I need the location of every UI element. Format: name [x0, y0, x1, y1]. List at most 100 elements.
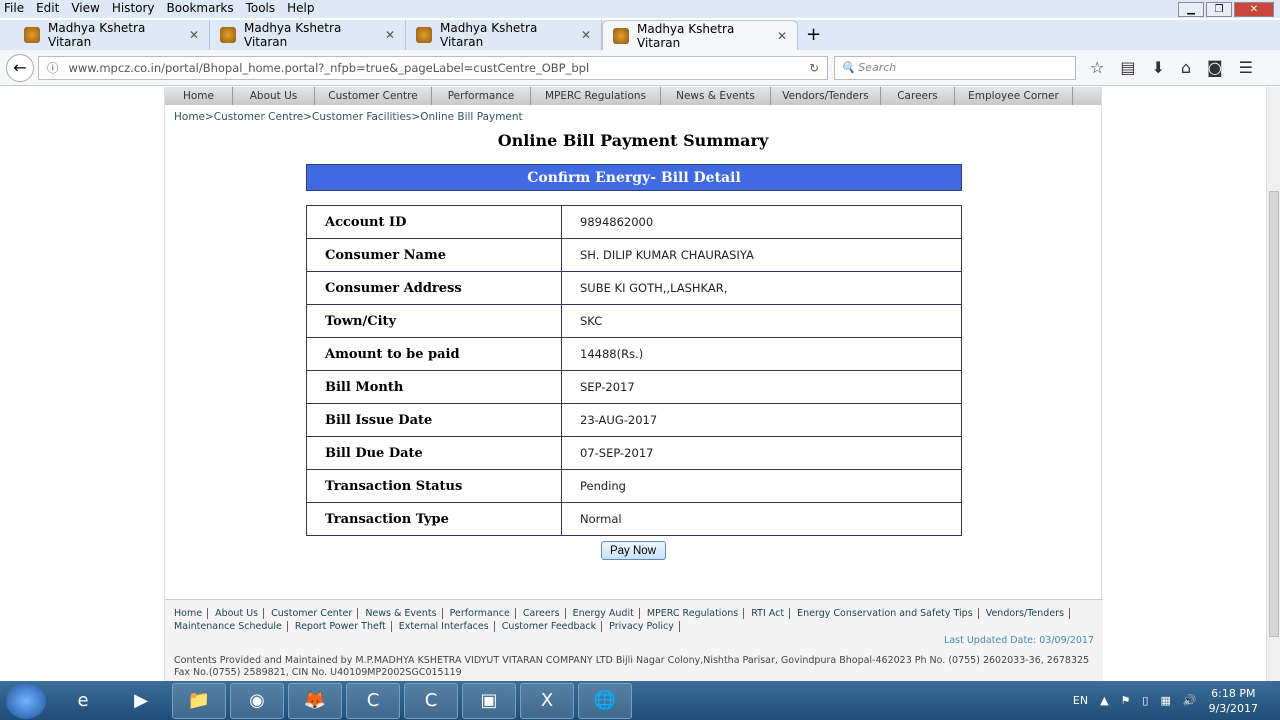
camtasia-recorder-icon[interactable]: C	[404, 682, 458, 719]
site-nav-item[interactable]: MPERC Regulations	[531, 87, 661, 105]
copyright-text: Contents Provided and Maintained by M.P.…	[174, 655, 1090, 678]
url-text[interactable]: www.mpcz.co.in/portal/Bhopal_home.portal…	[69, 61, 810, 75]
favicon-icon	[220, 27, 236, 43]
firefox-icon[interactable]: 🦊	[288, 682, 342, 719]
browser-tab[interactable]: Madhya Kshetra Vitaran ✕	[602, 20, 798, 50]
ie-icon[interactable]: e	[56, 683, 110, 719]
menu-edit[interactable]: Edit	[36, 0, 59, 18]
info-icon[interactable]: ⓘ	[47, 60, 59, 76]
site-nav-item[interactable]: News & Events	[661, 87, 771, 105]
time: 6:18 PM	[1211, 686, 1256, 700]
footer-link[interactable]: MPERC Regulations	[646, 608, 745, 619]
back-button[interactable]: ←	[6, 53, 34, 82]
close-button[interactable]: ✕	[1234, 2, 1274, 17]
row-value: 9894862000	[561, 205, 962, 239]
media-player-icon[interactable]: ▶	[114, 683, 168, 719]
footer-link[interactable]: Performance	[449, 608, 516, 619]
row-value: 07-SEP-2017	[561, 436, 962, 470]
row-label: Consumer Name	[306, 238, 562, 272]
site-nav: Home About Us Customer Centre Performance MP…	[165, 87, 1101, 105]
picture-viewer-icon[interactable]: ▣	[462, 682, 516, 719]
row-value: 14488(Rs.)	[561, 337, 962, 371]
search-placeholder: Search	[858, 61, 897, 74]
vertical-scrollbar[interactable]	[1266, 87, 1280, 681]
table-row: Transaction Type Normal	[306, 502, 962, 536]
search-input[interactable]: 🔍 Search	[834, 55, 1076, 80]
minimize-button[interactable]: ▁	[1178, 2, 1204, 17]
row-value: SKC	[561, 304, 962, 338]
clock[interactable]: 6:18 PM 9/3/2017	[1209, 686, 1258, 716]
footer-link[interactable]: Customer Center	[271, 608, 359, 619]
reading-list-icon[interactable]: ▤	[1120, 58, 1135, 77]
chrome-icon[interactable]: ◉	[230, 682, 284, 719]
bookmark-star-icon[interactable]: ☆	[1090, 58, 1104, 77]
taskbar: e ▶ 📁 ◉ 🦊 C C ▣ X 🌐 EN ▲ ⚑ ▯ ▦ 🔊 6:18 PM…	[0, 681, 1280, 720]
breadcrumb: Home>Customer Centre>Customer Facilities…	[174, 111, 523, 123]
site-nav-item[interactable]: Home	[165, 87, 233, 105]
browser-tab[interactable]: Madhya Kshetra Vitaran ✕	[406, 20, 602, 50]
search-icon: 🔍	[841, 61, 859, 74]
network-icon[interactable]: ▦	[1160, 694, 1170, 707]
table-row: Consumer Address SUBE KI GOTH,,LASHKAR,	[306, 271, 962, 305]
site-nav-item[interactable]: About Us	[233, 87, 315, 105]
site-nav-item[interactable]: Customer Centre	[315, 87, 432, 105]
footer-link[interactable]: Maintenance Schedule	[174, 621, 288, 632]
scrollbar-thumb[interactable]	[1269, 191, 1279, 637]
close-tab-icon[interactable]: ✕	[777, 29, 787, 43]
excel-icon[interactable]: X	[520, 682, 574, 719]
menu-tools[interactable]: Tools	[246, 0, 276, 18]
download-icon[interactable]: ⬇	[1151, 58, 1164, 77]
show-hidden-icons-icon[interactable]: ▲	[1100, 694, 1108, 707]
volume-icon[interactable]: 🔊	[1183, 694, 1197, 707]
footer-link[interactable]: News & Events	[365, 608, 443, 619]
home-icon[interactable]: ⌂	[1181, 58, 1191, 77]
tab-strip: Madhya Kshetra Vitaran ✕ Madhya Kshetra Vi…	[0, 20, 1280, 50]
address-bar[interactable]: ⓘ www.mpcz.co.in/portal/Bhopal_home.port…	[38, 55, 828, 80]
battery-icon[interactable]: ▯	[1142, 694, 1148, 707]
footer-link[interactable]: Home	[174, 608, 209, 619]
browser-tab[interactable]: Madhya Kshetra Vitaran ✕	[210, 20, 406, 50]
footer-link[interactable]: Vendors/Tenders	[985, 608, 1071, 619]
table-row: Bill Due Date 07-SEP-2017	[306, 436, 962, 470]
footer-link[interactable]: External Interfaces	[398, 621, 495, 632]
footer-link[interactable]: Careers	[522, 608, 566, 619]
close-tab-icon[interactable]: ✕	[189, 28, 199, 42]
maximize-button[interactable]: ❐	[1206, 2, 1232, 17]
footer-link[interactable]: Energy Audit	[572, 608, 640, 619]
footer-link[interactable]: Energy Conservation and Safety Tips	[797, 608, 979, 619]
footer-link[interactable]: About Us	[215, 608, 265, 619]
close-tab-icon[interactable]: ✕	[581, 28, 591, 42]
footer-link[interactable]: Privacy Policy	[609, 621, 680, 632]
close-tab-icon[interactable]: ✕	[385, 28, 395, 42]
pocket-icon[interactable]: ◙	[1207, 58, 1223, 77]
favicon-icon	[613, 27, 629, 44]
browser-tab[interactable]: Madhya Kshetra Vitaran ✕	[14, 20, 210, 50]
menu-bookmarks[interactable]: Bookmarks	[167, 0, 234, 18]
pay-now-button[interactable]: Pay Now	[600, 541, 666, 560]
network-globe-icon[interactable]: 🌐	[578, 682, 632, 719]
menu-view[interactable]: View	[71, 0, 99, 18]
system-tray: EN ▲ ⚑ ▯ ▦ 🔊 6:18 PM 9/3/2017	[1073, 686, 1280, 716]
row-label: Bill Due Date	[306, 436, 562, 470]
row-label: Consumer Address	[306, 271, 562, 305]
footer-link[interactable]: RTI Act	[751, 608, 791, 619]
site-nav-item[interactable]: Performance	[432, 87, 531, 105]
footer-link[interactable]: Customer Feedback	[501, 621, 603, 632]
menu-help[interactable]: Help	[287, 0, 314, 18]
site-nav-item[interactable]: Employee Corner	[955, 87, 1073, 105]
action-center-flag-icon[interactable]: ⚑	[1121, 694, 1131, 707]
table-row: Transaction Status Pending	[306, 469, 962, 503]
footer-link[interactable]: Report Power Theft	[294, 621, 392, 632]
site-nav-item[interactable]: Vendors/Tenders	[771, 87, 881, 105]
hamburger-menu-icon[interactable]: ☰	[1239, 58, 1253, 77]
menu-history[interactable]: History	[112, 0, 155, 18]
start-button[interactable]	[6, 682, 46, 719]
web-page: Home About Us Customer Centre Performance MP…	[0, 87, 1266, 681]
new-tab-button[interactable]: +	[806, 20, 821, 50]
camtasia-icon[interactable]: C	[346, 682, 400, 719]
language-indicator[interactable]: EN	[1073, 694, 1088, 707]
menu-file[interactable]: File	[4, 0, 24, 18]
reload-icon[interactable]: ↻	[809, 61, 819, 75]
file-explorer-icon[interactable]: 📁	[172, 682, 226, 719]
site-nav-item[interactable]: Careers	[881, 87, 955, 105]
